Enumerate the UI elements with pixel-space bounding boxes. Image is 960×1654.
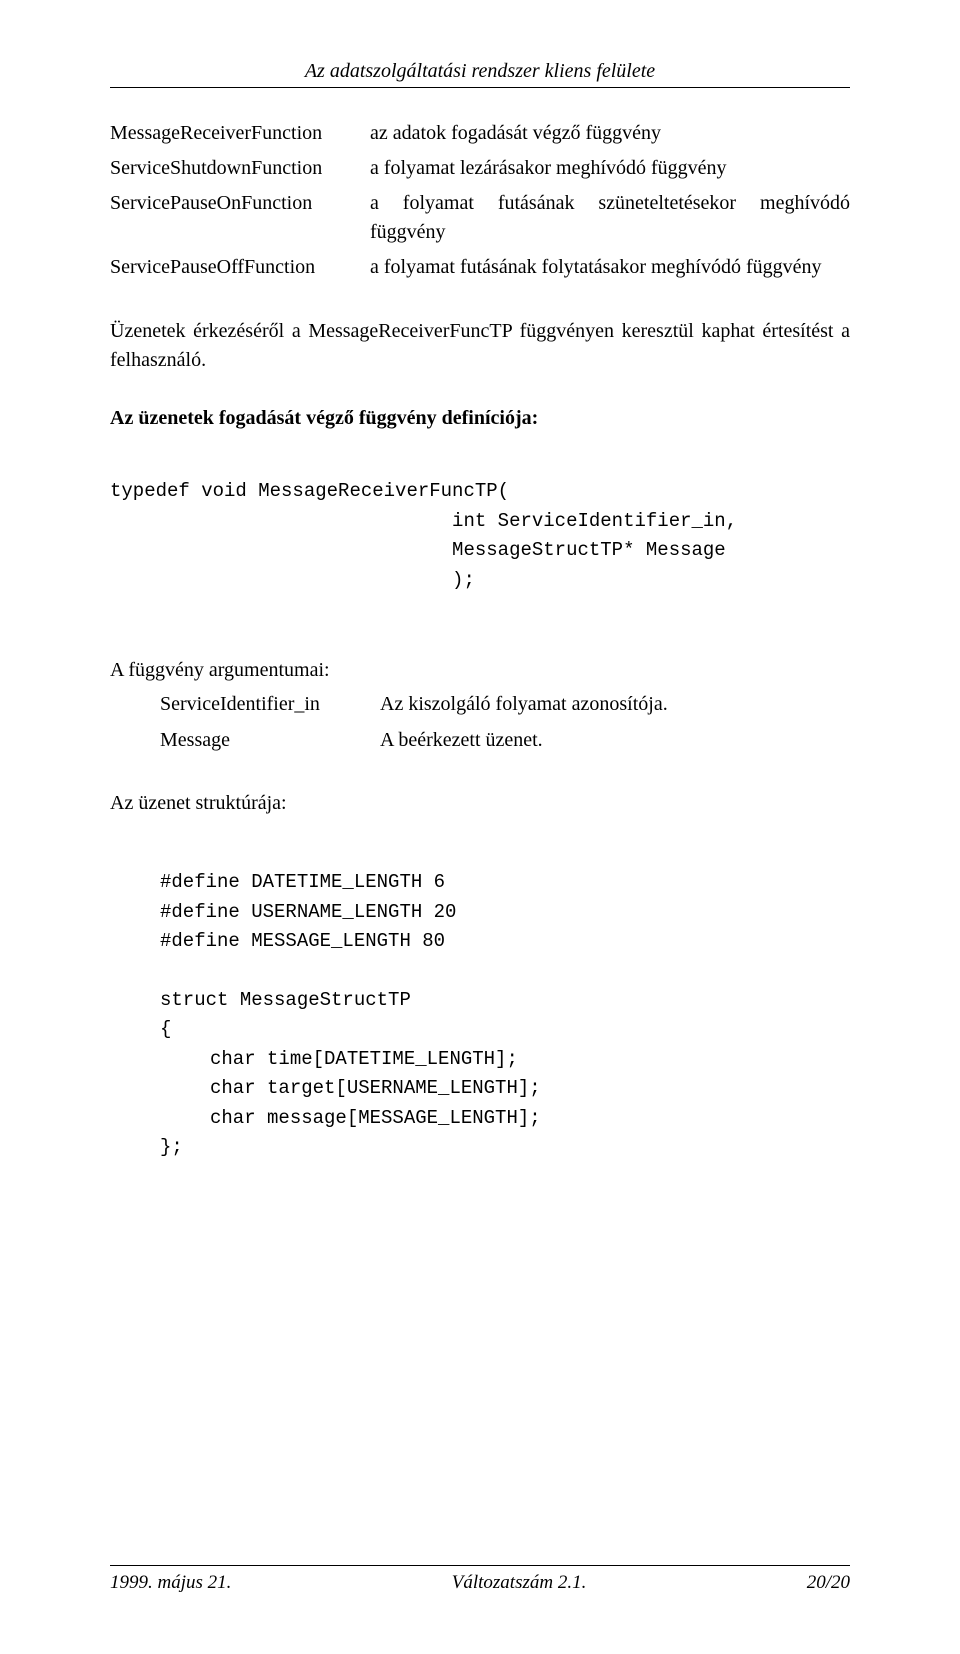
code-line: ); [110,569,475,591]
code-line: #define DATETIME_LENGTH 6 [110,871,445,893]
arguments-title: A függvény argumentumai: [110,659,850,682]
arguments-table: ServiceIdentifier_in Az kiszolgáló folya… [110,686,668,758]
code-line: char message[MESSAGE_LENGTH]; [110,1107,541,1129]
def-desc: a folyamat futásának szüneteltetésekor m… [370,186,850,250]
code-line: int ServiceIdentifier_in, [110,510,737,532]
def-term: ServicePauseOffFunction [110,250,370,285]
page: Az adatszolgáltatási rendszer kliens fel… [0,0,960,1654]
definition-table: MessageReceiverFunction az adatok fogadá… [110,116,850,285]
code-line: char time[DATETIME_LENGTH]; [110,1048,518,1070]
paragraph: Üzenetek érkezéséről a MessageReceiverFu… [110,317,850,375]
section-heading: Az üzenetek fogadását végző függvény def… [110,407,850,430]
def-desc: a folyamat futásának folytatásakor meghí… [370,250,850,285]
code-line: }; [110,1136,183,1158]
code-line: char target[USERNAME_LENGTH]; [110,1077,541,1099]
table-row: ServiceIdentifier_in Az kiszolgáló folya… [110,686,668,722]
table-row: ServiceShutdownFunction a folyamat lezár… [110,151,850,186]
arg-desc: Az kiszolgáló folyamat azonosítója. [380,686,668,722]
table-row: MessageReceiverFunction az adatok fogadá… [110,116,850,151]
section-subheading: Az üzenet struktúrája: [110,792,850,815]
code-line: #define MESSAGE_LENGTH 80 [110,930,445,952]
page-footer: 1999. május 21. Változatszám 2.1. 20/20 [110,1565,850,1594]
table-row: Message A beérkezett üzenet. [110,722,668,758]
def-desc: az adatok fogadását végző függvény [370,116,850,151]
arg-desc: A beérkezett üzenet. [380,722,668,758]
arg-name: ServiceIdentifier_in [110,686,380,722]
table-row: ServicePauseOffFunction a folyamat futás… [110,250,850,285]
code-line: #define USERNAME_LENGTH 20 [110,901,456,923]
def-term: ServicePauseOnFunction [110,186,370,250]
def-term: MessageReceiverFunction [110,116,370,151]
footer-version: Változatszám 2.1. [452,1572,587,1594]
code-line: typedef void MessageReceiverFuncTP( [110,480,509,502]
arg-name: Message [110,722,380,758]
footer-page-number: 20/20 [807,1572,850,1594]
code-block-typedef: typedef void MessageReceiverFuncTP( int … [110,448,850,625]
def-desc: a folyamat lezárásakor meghívódó függvén… [370,151,850,186]
code-line: MessageStructTP* Message [110,539,726,561]
footer-date: 1999. május 21. [110,1572,231,1594]
table-row: ServicePauseOnFunction a folyamat futásá… [110,186,850,250]
page-header: Az adatszolgáltatási rendszer kliens fel… [110,60,850,88]
code-line: struct MessageStructTP [110,989,411,1011]
def-term: ServiceShutdownFunction [110,151,370,186]
code-line: { [110,1018,171,1040]
arguments-block: A függvény argumentumai: ServiceIdentifi… [110,659,850,758]
code-block-struct: #define DATETIME_LENGTH 6 #define USERNA… [110,839,850,1192]
